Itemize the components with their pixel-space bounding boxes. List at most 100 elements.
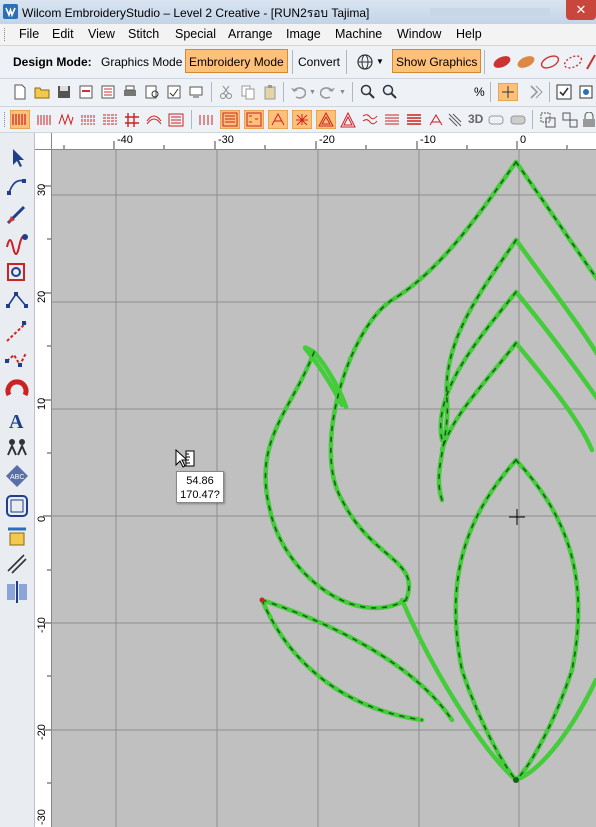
stitch-design <box>259 159 596 783</box>
align-icon[interactable] <box>4 579 30 605</box>
triangle-fill-icon[interactable] <box>316 110 336 129</box>
close-window-button[interactable]: ✕ <box>566 0 596 20</box>
wave-fill-icon[interactable] <box>362 112 378 128</box>
approval-sheet-icon[interactable] <box>166 84 182 100</box>
more-tools-icon[interactable] <box>578 84 594 100</box>
menu-edit[interactable]: Edit <box>52 27 74 41</box>
redo-icon[interactable] <box>320 84 336 100</box>
show-repeats-icon[interactable] <box>528 84 544 100</box>
pointer-ruler-cursor-icon <box>175 449 195 468</box>
stitch-angle-icon[interactable] <box>198 112 214 128</box>
export-icon[interactable] <box>78 84 94 100</box>
border-icon[interactable] <box>4 493 30 519</box>
monogram-icon[interactable]: ABC <box>4 463 30 489</box>
new-file-icon[interactable] <box>12 84 28 100</box>
node-edit-icon[interactable] <box>4 288 30 314</box>
grid-toggle-icon[interactable] <box>498 83 518 101</box>
open-folder-icon[interactable] <box>34 84 50 100</box>
stripe-fill-icon[interactable] <box>406 112 422 128</box>
design-canvas[interactable] <box>52 150 596 827</box>
3d-warp-icon[interactable]: 3D <box>468 112 483 126</box>
outline-leaf-icon[interactable] <box>540 54 560 70</box>
save-icon[interactable] <box>56 84 72 100</box>
tatami-leaf-icon[interactable] <box>516 54 536 70</box>
chevron-down-icon[interactable]: ▼ <box>339 89 346 96</box>
ruler-left-label: -20 <box>36 724 48 740</box>
names-icon[interactable] <box>4 435 30 461</box>
embroidery-mode-button[interactable]: Embroidery Mode <box>185 49 288 73</box>
motif-fill-icon[interactable] <box>268 110 288 129</box>
cursor-x-readout: 54.86 <box>186 475 214 487</box>
sequin-fill-icon[interactable] <box>447 112 463 128</box>
spiral-fill-icon[interactable] <box>340 112 356 128</box>
design-canvas-drawing[interactable] <box>52 150 596 827</box>
digitize-icon[interactable] <box>4 201 30 227</box>
menu-bar: File Edit View Stitch Special Arrange Im… <box>0 24 596 46</box>
select-icon[interactable] <box>4 145 30 171</box>
tatami-icon[interactable] <box>102 112 118 128</box>
toolbar-separator <box>283 82 284 102</box>
paste-icon[interactable] <box>262 84 278 100</box>
blackwork-icon[interactable] <box>428 112 444 128</box>
emboss-icon[interactable] <box>510 112 526 128</box>
team-icon[interactable] <box>4 523 30 549</box>
undo-icon[interactable] <box>290 84 306 100</box>
globe-icon[interactable] <box>357 54 373 70</box>
cross-stitch-icon[interactable] <box>124 112 140 128</box>
menu-special[interactable]: Special <box>175 27 216 41</box>
satin-leaf-icon[interactable] <box>492 54 512 70</box>
step-fill-icon[interactable] <box>80 112 96 128</box>
menu-view[interactable]: View <box>88 27 115 41</box>
menu-arrange[interactable]: Arrange <box>228 27 272 41</box>
print-icon[interactable] <box>122 84 138 100</box>
dashed-leaf-icon[interactable] <box>563 54 583 70</box>
applique-icon[interactable] <box>4 377 30 403</box>
zigzag-icon[interactable] <box>58 112 74 128</box>
fill-pattern-icon[interactable] <box>220 110 240 129</box>
cut-icon[interactable] <box>218 84 234 100</box>
chevron-down-icon[interactable]: ▼ <box>376 57 384 66</box>
textured-fill-icon[interactable] <box>244 110 264 129</box>
horizontal-ruler: -40 -30 -20 -10 0 <box>35 133 596 150</box>
checkbox-icon[interactable] <box>556 84 572 100</box>
menu-help[interactable]: Help <box>456 27 482 41</box>
lettering-icon[interactable]: A <box>4 407 30 433</box>
menu-stitch[interactable]: Stitch <box>128 27 159 41</box>
more-leaf-icon[interactable] <box>586 54 596 70</box>
satin-stitch-icon[interactable] <box>10 110 30 129</box>
flow-fill-icon[interactable] <box>384 112 400 128</box>
envelope-icon[interactable] <box>488 112 504 128</box>
convert-button[interactable]: Convert <box>298 55 340 69</box>
menu-image[interactable]: Image <box>286 27 321 41</box>
ruler-top-label: -30 <box>218 134 234 146</box>
print-preview-icon[interactable] <box>144 84 160 100</box>
stitch-effects-icon[interactable] <box>4 229 30 255</box>
menu-file[interactable]: File <box>19 27 39 41</box>
title-bar-background-blur <box>430 8 550 16</box>
graphics-mode-button[interactable]: Graphics Mode <box>101 55 182 69</box>
send-to-machine-icon[interactable] <box>188 84 204 100</box>
design-mode-toolbar: Design Mode: Graphics Mode Embroidery Mo… <box>0 46 596 79</box>
travel-icon[interactable] <box>4 259 30 285</box>
menu-window[interactable]: Window <box>397 27 441 41</box>
radial-fill-icon[interactable] <box>292 110 312 129</box>
reshape-icon[interactable] <box>4 173 30 199</box>
zoom-icon[interactable] <box>382 84 398 100</box>
ungroup-icon[interactable] <box>562 112 578 128</box>
outline-icon[interactable] <box>4 551 30 577</box>
run-icon[interactable] <box>4 319 30 345</box>
menu-machine[interactable]: Machine <box>335 27 382 41</box>
triple-run-icon[interactable] <box>4 347 30 373</box>
group-icon[interactable] <box>540 112 556 128</box>
design-list-icon[interactable] <box>100 84 116 100</box>
contour-icon[interactable] <box>146 112 162 128</box>
ruler-top-label: -20 <box>319 134 335 146</box>
copy-icon[interactable] <box>240 84 256 100</box>
fancy-fill-icon[interactable] <box>168 112 184 128</box>
lock-icon[interactable] <box>582 112 596 128</box>
satin-variant-icon[interactable] <box>36 112 52 128</box>
show-graphics-button[interactable]: Show Graphics <box>392 49 482 73</box>
toolbar-separator <box>191 110 192 129</box>
chevron-down-icon[interactable]: ▼ <box>309 89 316 96</box>
zoom-box-icon[interactable] <box>360 84 376 100</box>
